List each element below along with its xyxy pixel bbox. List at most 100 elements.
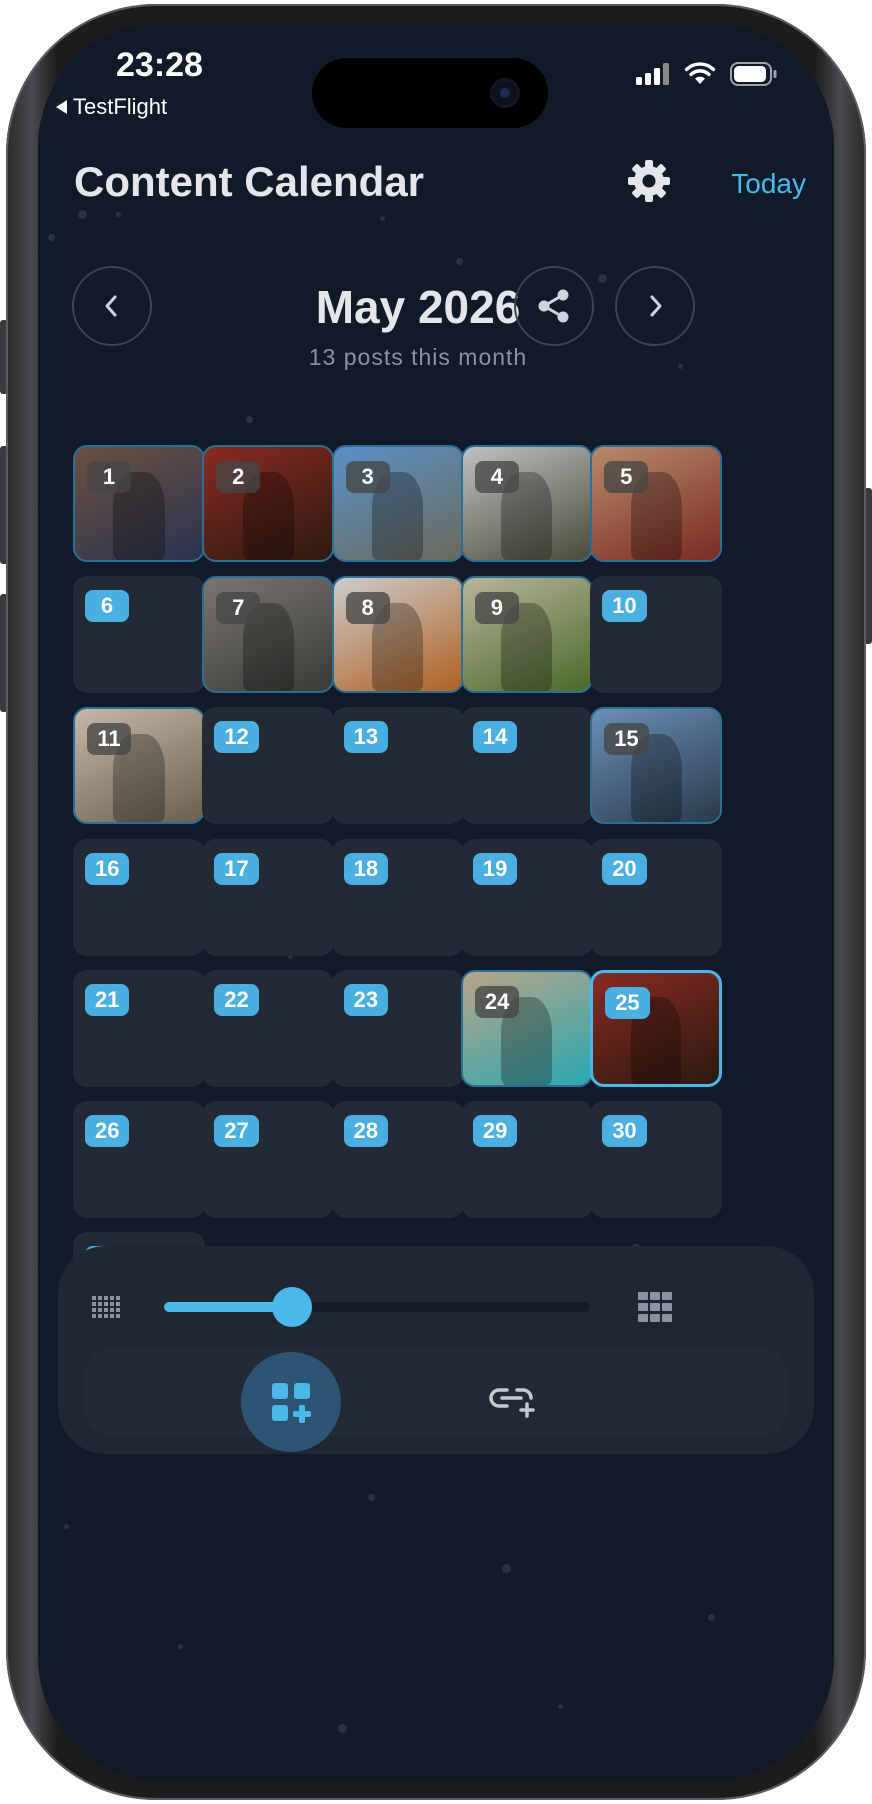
calendar-day-2[interactable]: 2 xyxy=(202,445,335,562)
day-number-badge: 28 xyxy=(343,1115,389,1147)
next-month-button[interactable] xyxy=(615,266,695,346)
small-grid-icon xyxy=(92,1296,120,1318)
share-button[interactable] xyxy=(514,266,594,346)
calendar-day-17[interactable]: 17 xyxy=(202,838,335,956)
calendar-day-6[interactable]: 6 xyxy=(73,576,205,694)
month-post-count: 13 posts this month xyxy=(308,344,528,370)
status-icons xyxy=(636,62,778,86)
status-time: 23:28 xyxy=(116,46,203,84)
battery-icon xyxy=(730,62,777,86)
bottom-control-panel xyxy=(58,1246,814,1454)
calendar-day-4[interactable]: 4 xyxy=(460,445,593,562)
day-number-badge: 27 xyxy=(214,1115,259,1147)
calendar-day-27[interactable]: 27 xyxy=(202,1101,335,1218)
back-app-label: TestFlight xyxy=(73,94,168,119)
day-number-badge: 13 xyxy=(343,721,389,754)
day-number-badge: 14 xyxy=(472,721,518,754)
particle xyxy=(558,1704,563,1709)
day-number-badge: 30 xyxy=(602,1115,647,1147)
calendar-day-28[interactable]: 28 xyxy=(331,1101,464,1218)
particle xyxy=(456,258,463,265)
day-number-badge: 7 xyxy=(216,592,261,625)
back-triangle-icon xyxy=(56,100,67,114)
app-screen: 23:28 TestFlight Content Calendar Today … xyxy=(38,24,834,1780)
calendar-day-12[interactable]: 12 xyxy=(202,707,335,825)
calendar-day-5[interactable]: 5 xyxy=(590,445,723,562)
particle xyxy=(338,1724,347,1733)
particle xyxy=(64,1524,69,1529)
calendar-day-8[interactable]: 8 xyxy=(331,576,464,694)
day-number-badge: 9 xyxy=(474,592,519,625)
chevron-left-icon xyxy=(105,295,117,317)
zoom-out-button[interactable] xyxy=(92,1296,122,1325)
particle xyxy=(368,1494,375,1501)
add-grid-button[interactable] xyxy=(241,1352,341,1452)
calendar-day-26[interactable]: 26 xyxy=(73,1101,205,1218)
day-number-badge: 17 xyxy=(214,852,259,885)
day-number-badge: 19 xyxy=(472,852,518,885)
today-button[interactable]: Today xyxy=(636,168,806,200)
calendar-day-16[interactable]: 16 xyxy=(73,838,205,956)
day-number-badge: 11 xyxy=(87,723,131,756)
day-number-badge: 6 xyxy=(85,590,129,623)
particle xyxy=(78,210,87,219)
calendar-day-13[interactable]: 13 xyxy=(331,707,464,825)
link-add-icon xyxy=(489,1388,535,1418)
particle xyxy=(708,1614,715,1621)
day-number-badge: 2 xyxy=(216,461,261,493)
cellular-signal-icon xyxy=(636,63,669,85)
zoom-slider-thumb[interactable] xyxy=(271,1287,312,1327)
zoom-slider[interactable] xyxy=(164,1287,590,1327)
front-camera xyxy=(490,78,520,108)
day-number-badge: 23 xyxy=(343,983,389,1016)
add-link-button[interactable] xyxy=(484,1376,540,1426)
particle xyxy=(678,364,683,369)
add-grid-icon xyxy=(272,1383,311,1423)
calendar-day-14[interactable]: 14 xyxy=(460,707,593,825)
day-number-badge: 10 xyxy=(602,590,647,623)
calendar-day-7[interactable]: 7 xyxy=(202,576,335,694)
day-number-badge: 12 xyxy=(214,721,259,754)
day-number-badge: 25 xyxy=(605,986,650,1019)
calendar-day-22[interactable]: 22 xyxy=(202,969,335,1087)
day-number-badge: 22 xyxy=(214,983,259,1016)
day-number-badge: 8 xyxy=(345,592,390,625)
action-bar xyxy=(82,1346,790,1438)
calendar-day-10[interactable]: 10 xyxy=(590,576,723,694)
calendar-day-23[interactable]: 23 xyxy=(331,969,464,1087)
day-number-badge: 21 xyxy=(85,983,130,1016)
calendar-day-3[interactable]: 3 xyxy=(331,445,464,562)
day-number-badge: 15 xyxy=(604,723,649,756)
particle xyxy=(116,212,121,217)
calendar-day-15[interactable]: 15 xyxy=(590,707,723,825)
calendar-day-20[interactable]: 20 xyxy=(590,838,723,956)
prev-month-button[interactable] xyxy=(72,266,152,346)
back-to-app-link[interactable]: TestFlight xyxy=(56,94,167,120)
zoom-in-button[interactable] xyxy=(638,1292,672,1327)
calendar-day-30[interactable]: 30 xyxy=(590,1101,723,1218)
calendar-day-21[interactable]: 21 xyxy=(73,969,205,1087)
calendar-day-19[interactable]: 19 xyxy=(460,838,593,956)
calendar-day-25[interactable]: 25 xyxy=(590,969,723,1087)
particle xyxy=(48,234,55,241)
day-number-badge: 18 xyxy=(343,852,389,885)
day-number-badge: 16 xyxy=(85,852,130,885)
particle xyxy=(246,416,253,423)
calendar-day-24[interactable]: 24 xyxy=(460,969,593,1087)
wifi-icon xyxy=(684,62,716,84)
particle xyxy=(380,216,385,221)
day-number-badge: 3 xyxy=(345,461,390,493)
calendar-day-1[interactable]: 1 xyxy=(73,445,205,562)
particle xyxy=(502,1564,511,1573)
app-title: Content Calendar xyxy=(74,158,425,205)
calendar-day-18[interactable]: 18 xyxy=(331,838,464,956)
day-number-badge: 26 xyxy=(85,1115,130,1147)
day-number-badge: 5 xyxy=(604,461,649,493)
dynamic-island xyxy=(312,58,548,128)
calendar-day-29[interactable]: 29 xyxy=(460,1101,593,1218)
day-number-badge: 1 xyxy=(87,461,131,493)
day-number-badge: 20 xyxy=(602,852,647,885)
calendar-day-11[interactable]: 11 xyxy=(73,707,205,825)
particle xyxy=(178,1644,183,1649)
calendar-day-9[interactable]: 9 xyxy=(460,576,593,694)
